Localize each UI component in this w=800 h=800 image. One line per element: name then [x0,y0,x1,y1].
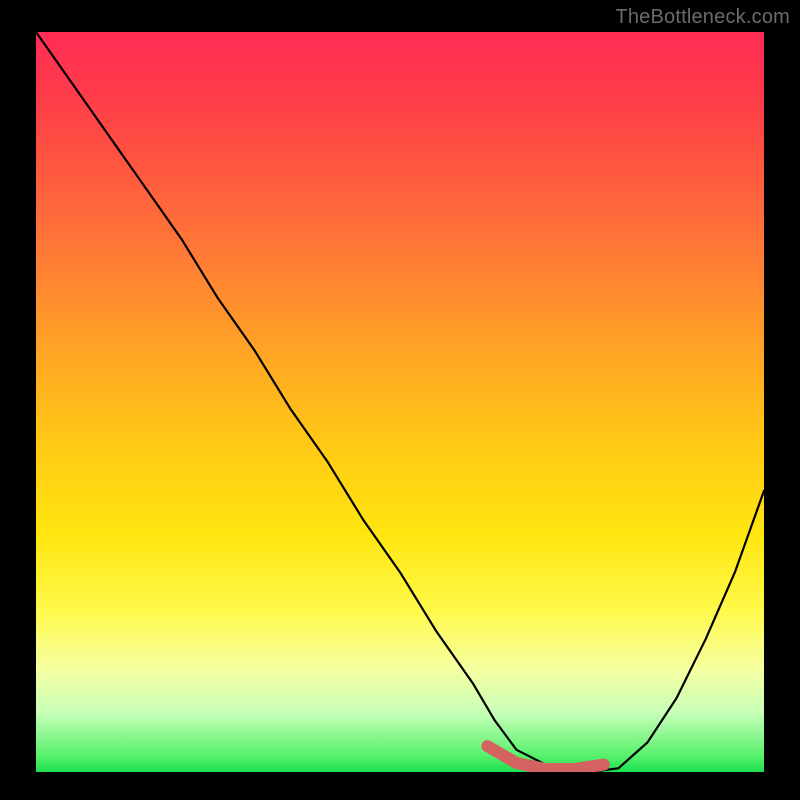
chart-svg [36,32,764,772]
chart-frame: TheBottleneck.com [0,0,800,800]
plot-area [36,32,764,772]
series-curve [36,32,764,772]
series-min-segment [487,746,603,769]
series-container [36,32,764,772]
watermark-text: TheBottleneck.com [615,6,790,29]
